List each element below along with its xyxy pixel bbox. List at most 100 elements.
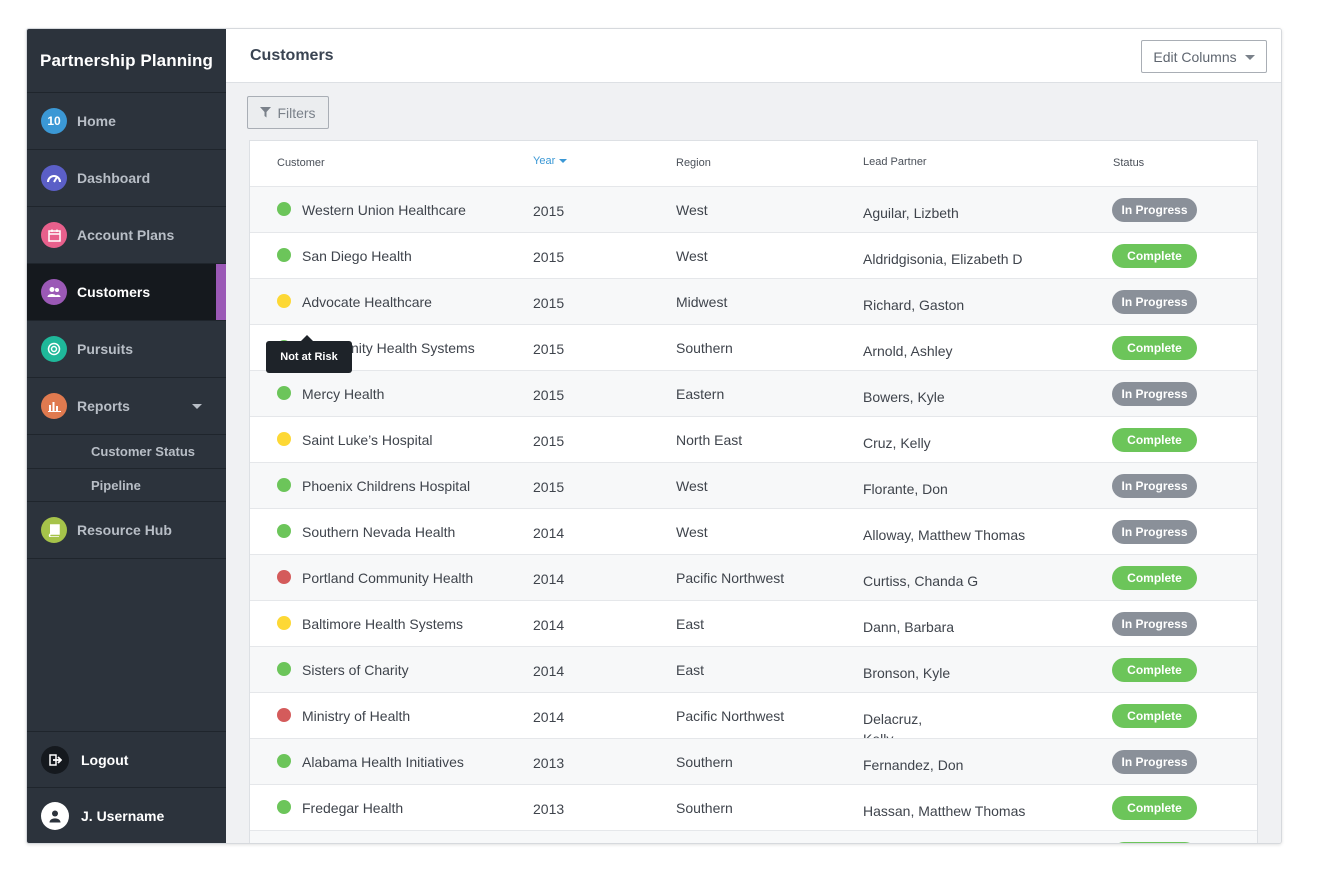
year-cell: 2014 — [533, 663, 565, 679]
page-header: Customers Edit Columns — [226, 29, 1281, 83]
sidebar-item-pursuits[interactable]: Pursuits — [27, 321, 226, 378]
app-window: Partnership Planning 10 Home Dashboard A… — [26, 28, 1282, 844]
table-row[interactable]: Portland Community Health 2014 Pacific Nor… — [250, 554, 1257, 600]
region-cell: West — [676, 248, 708, 264]
table-body: Western Union Healthcare 2015 West Aguilar,… — [250, 186, 1257, 843]
column-header-region[interactable]: Region — [676, 157, 711, 169]
region-cell: Southern — [676, 340, 733, 356]
chevron-down-icon[interactable] — [192, 404, 202, 409]
table-row[interactable]: Sisters of Charity 2014 East Bronson, Kyle C… — [250, 646, 1257, 692]
risk-status-dot[interactable] — [277, 754, 291, 768]
column-header-year[interactable]: Year — [533, 155, 568, 167]
avatar — [41, 801, 69, 830]
table-row[interactable]: Fredegar Health 2013 Southern Hassan, Matth… — [250, 784, 1257, 830]
sidebar-item-label: Home — [77, 113, 116, 129]
risk-status-dot[interactable] — [277, 386, 291, 400]
year-cell: 2015 — [533, 387, 565, 403]
status-badge: In Progress — [1112, 290, 1197, 314]
lead-partner-cell: Richard, Gaston — [863, 297, 965, 313]
column-header-status[interactable]: Status — [1113, 157, 1144, 169]
sidebar: Partnership Planning 10 Home Dashboard A… — [27, 29, 226, 843]
status-badge: In Progress — [1112, 382, 1197, 406]
lead-partner-cell: Dann, Barbara — [863, 619, 955, 635]
risk-status-dot[interactable] — [277, 478, 291, 492]
sidebar-item-home[interactable]: 10 Home — [27, 93, 226, 150]
year-cell: 2015 — [533, 249, 565, 265]
risk-status-dot[interactable] — [277, 248, 291, 262]
customer-name: Alabama Health Initiatives — [302, 754, 464, 770]
sidebar-item-account-plans[interactable]: Account Plans — [27, 207, 226, 264]
table-row[interactable]: San Diego Health 2015 West Aldridgisonia, E… — [250, 232, 1257, 278]
table-row[interactable]: Western Union Healthcare 2015 West Aguilar,… — [250, 186, 1257, 232]
table-row[interactable]: Southern Nevada Health 2014 West Alloway, M… — [250, 508, 1257, 554]
table-row[interactable]: Mercy Health 2015 Eastern Bowers, Kyle In Pr… — [250, 370, 1257, 416]
table-row[interactable]: Ministry of Health 2014 Pacific Northwest D… — [250, 692, 1257, 747]
table-row[interactable]: Community Health Systems 2015 Southern Arno… — [250, 324, 1257, 370]
risk-status-dot[interactable] — [277, 662, 291, 676]
edit-columns-label: Edit Columns — [1153, 48, 1237, 65]
status-badge: Complete — [1112, 336, 1197, 360]
status-badge: In Progress — [1112, 520, 1197, 544]
filters-label: Filters — [277, 104, 316, 121]
year-cell: 2015 — [533, 203, 565, 219]
risk-status-dot[interactable] — [277, 294, 291, 308]
table-row[interactable]: Baltimore Health Systems 2014 East Dann, Ba… — [250, 600, 1257, 646]
customer-name: Baltimore Health Systems — [302, 616, 464, 632]
year-cell: 2013 — [533, 801, 565, 817]
status-badge: Complete — [1112, 658, 1197, 682]
lead-partner-cell: Bronson, Kyle — [863, 665, 951, 681]
risk-status-dot[interactable] — [277, 432, 291, 446]
lead-partner-cell: Arnold, Ashley — [863, 343, 953, 359]
region-cell: Southern — [676, 800, 733, 816]
risk-status-dot[interactable] — [277, 708, 291, 722]
risk-status-dot[interactable] — [277, 616, 291, 630]
region-cell: Pacific Northwest — [676, 708, 785, 724]
year-cell: 2015 — [533, 479, 565, 495]
status-badge: Complete — [1112, 704, 1197, 728]
sidebar-item-reports[interactable]: Reports — [27, 378, 226, 435]
lead-partner-cell: Florante, Don — [863, 481, 948, 497]
table-row[interactable]: Complete — [250, 830, 1257, 843]
table-row[interactable]: Alabama Health Initiatives 2013 Southern Fe… — [250, 738, 1257, 784]
edit-columns-button[interactable]: Edit Columns — [1141, 40, 1267, 73]
year-cell: 2014 — [533, 525, 565, 541]
user-profile[interactable]: J. Username — [27, 787, 226, 843]
risk-status-dot[interactable] — [277, 800, 291, 814]
brand-title: Partnership Planning — [27, 29, 226, 93]
risk-status-dot[interactable] — [277, 570, 291, 584]
status-badge: In Progress — [1112, 750, 1197, 774]
risk-status-dot[interactable] — [277, 202, 291, 216]
calendar-icon — [41, 222, 67, 248]
sidebar-subitem-customer-status[interactable]: Customer Status — [27, 435, 226, 469]
logout-label: Logout — [81, 751, 129, 768]
table-row[interactable]: Advocate Healthcare 2015 Midwest Richard, G… — [250, 278, 1257, 324]
table-row[interactable]: Phoenix Childrens Hospital 2015 West Floran… — [250, 462, 1257, 508]
year-cell: 2015 — [533, 433, 565, 449]
sidebar-item-resource-hub[interactable]: Resource Hub — [27, 502, 226, 559]
column-header-customer[interactable]: Customer — [277, 157, 325, 169]
column-header-lead-partner[interactable]: Lead Partner — [863, 156, 927, 168]
home-count-badge: 10 — [41, 108, 67, 134]
sidebar-item-label: Resource Hub — [77, 522, 172, 538]
logout-button[interactable]: Logout — [27, 731, 226, 787]
year-cell: 2015 — [533, 341, 565, 357]
risk-status-dot[interactable] — [277, 524, 291, 538]
region-cell: East — [676, 662, 705, 678]
sidebar-item-label: Reports — [77, 398, 130, 414]
customer-name: Western Union Healthcare — [302, 202, 466, 218]
status-badge: Complete — [1112, 244, 1197, 268]
sidebar-item-customers[interactable]: Customers — [27, 264, 226, 321]
sidebar-subitem-pipeline[interactable]: Pipeline — [27, 469, 226, 502]
lead-partner-cell: Aguilar, Lizbeth — [863, 205, 959, 221]
risk-tooltip: Not at Risk — [266, 335, 352, 373]
region-cell: West — [676, 478, 708, 494]
filter-icon — [260, 107, 272, 118]
region-cell: Eastern — [676, 386, 725, 402]
status-badge: Complete — [1112, 796, 1197, 820]
filters-button[interactable]: Filters — [247, 96, 329, 129]
sidebar-item-dashboard[interactable]: Dashboard — [27, 150, 226, 207]
table-row[interactable]: Saint Luke’s Hospital 2015 North East Cruz,… — [250, 416, 1257, 462]
customer-name: Ministry of Health — [302, 708, 411, 724]
region-cell: Midwest — [676, 294, 728, 310]
lead-partner-cell: Alloway, Matthew Thomas — [863, 527, 1026, 543]
